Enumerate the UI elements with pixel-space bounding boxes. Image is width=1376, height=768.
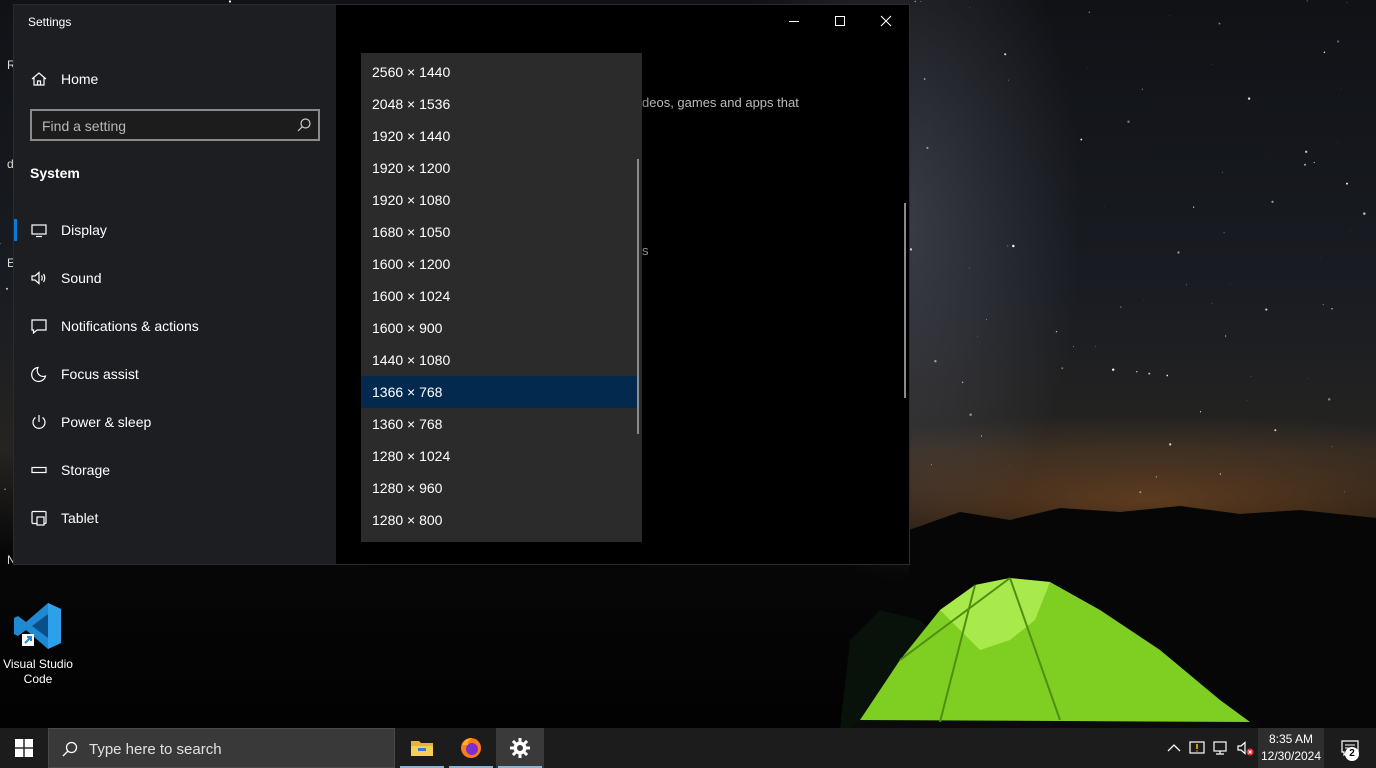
resolution-option[interactable]: 1360 × 768 (361, 408, 637, 440)
windows-logo-icon (15, 739, 33, 757)
nav-item-label: Power & sleep (61, 414, 152, 430)
section-heading: System (30, 165, 80, 181)
resolution-option[interactable]: 1920 × 1440 (361, 120, 637, 152)
resolution-option[interactable]: 1920 × 1080 (361, 184, 637, 216)
nav-item-storage[interactable]: Storage (14, 450, 336, 490)
maximize-icon (835, 16, 845, 26)
minimize-icon (789, 21, 799, 22)
nav-item-sound[interactable]: Sound (14, 258, 336, 298)
resolution-option[interactable]: 1280 × 960 (361, 472, 637, 504)
taskbar-search-box[interactable] (48, 728, 395, 768)
settings-sidebar: Settings Home System Display Sound Notif… (14, 5, 336, 564)
start-button[interactable] (0, 728, 48, 768)
settings-search-input[interactable] (42, 117, 282, 135)
tablet-icon (31, 510, 47, 526)
vscode-icon (14, 603, 61, 649)
nav-home-label: Home (61, 71, 99, 87)
taskbar-app-firefox[interactable] (447, 728, 495, 768)
nav-item-focus-assist[interactable]: Focus assist (14, 354, 336, 394)
close-icon (880, 15, 892, 27)
chevron-up-icon[interactable] (1165, 739, 1183, 757)
monitor-icon (31, 224, 47, 238)
close-button[interactable] (863, 5, 909, 37)
resolution-option[interactable]: 1440 × 1080 (361, 344, 637, 376)
taskbar-search-input[interactable] (89, 739, 379, 759)
maximize-button[interactable] (817, 5, 863, 37)
taskbar-app-settings[interactable] (496, 728, 544, 768)
nav-item-label: Sound (61, 270, 102, 286)
moon-icon (31, 366, 47, 383)
clock[interactable]: 8:35 AM 12/30/2024 (1258, 728, 1324, 768)
display-setting-text: s (642, 243, 649, 258)
nav-item-label: Notifications & actions (61, 318, 199, 334)
notification-icon (31, 319, 47, 335)
nav-home[interactable]: Home (14, 59, 336, 99)
dropdown-scrollbar[interactable] (637, 159, 639, 434)
vscode-desktop-shortcut[interactable]: Visual Studio Code (0, 598, 76, 687)
speaker-icon (31, 271, 46, 285)
resolution-option[interactable]: 1600 × 1200 (361, 248, 637, 280)
clock-date: 12/30/2024 (1260, 749, 1322, 763)
resolution-option[interactable]: 1600 × 1024 (361, 280, 637, 312)
notification-count-badge: 2 (1345, 747, 1359, 761)
nav-item-tablet[interactable]: Tablet (14, 498, 336, 538)
resolution-option[interactable]: 2560 × 1440 (361, 56, 637, 88)
resolution-option[interactable]: 1280 × 800 (361, 504, 637, 536)
resolution-dropdown-list[interactable]: 1280 × 800 1280 × 960 1280 × 1024 1360 × 76… (361, 53, 642, 542)
minimize-button[interactable] (771, 5, 817, 37)
search-icon (62, 741, 78, 757)
resolution-option[interactable]: 1280 × 1024 (361, 440, 637, 472)
nav-item-label: Tablet (61, 510, 99, 526)
nav-item-label: Display (61, 222, 107, 238)
nav-item-label: Storage (61, 462, 111, 478)
desktop-edge-label: d (7, 157, 14, 171)
window-controls (771, 5, 909, 37)
storage-icon (31, 466, 47, 474)
display-description-text: deos, games and apps that (642, 95, 799, 110)
file-explorer-icon (411, 741, 433, 756)
nav-item-label: Focus assist (61, 366, 139, 382)
home-icon (31, 72, 47, 86)
nav-item-notifications[interactable]: Notifications & actions (14, 306, 336, 346)
nav-item-display[interactable]: Display (14, 210, 336, 250)
nav-item-power-sleep[interactable]: Power & sleep (14, 402, 336, 442)
clock-time: 8:35 AM (1268, 732, 1314, 746)
search-icon (297, 118, 311, 132)
resolution-option[interactable]: 1600 × 900 (361, 312, 637, 344)
resolution-option[interactable]: 1366 × 768 (361, 376, 637, 408)
settings-search-box[interactable] (30, 109, 320, 141)
settings-gear-icon (510, 738, 530, 758)
network-icon[interactable] (1212, 739, 1230, 757)
resolution-option[interactable]: 2048 × 1536 (361, 88, 637, 120)
window-scrollbar[interactable] (904, 203, 906, 398)
security-warning-icon[interactable] (1188, 739, 1206, 757)
power-icon (32, 415, 46, 429)
window-title: Settings (28, 15, 72, 29)
resolution-option[interactable]: 1920 × 1200 (361, 152, 637, 184)
taskbar: 8:35 AM 12/30/2024 2 (0, 728, 1376, 768)
resolution-option[interactable]: 1680 × 1050 (361, 216, 637, 248)
firefox-icon (461, 738, 481, 758)
volume-muted-icon[interactable] (1236, 739, 1254, 757)
taskbar-app-file-explorer[interactable] (398, 728, 446, 768)
vscode-shortcut-label: Visual Studio Code (3, 657, 73, 686)
